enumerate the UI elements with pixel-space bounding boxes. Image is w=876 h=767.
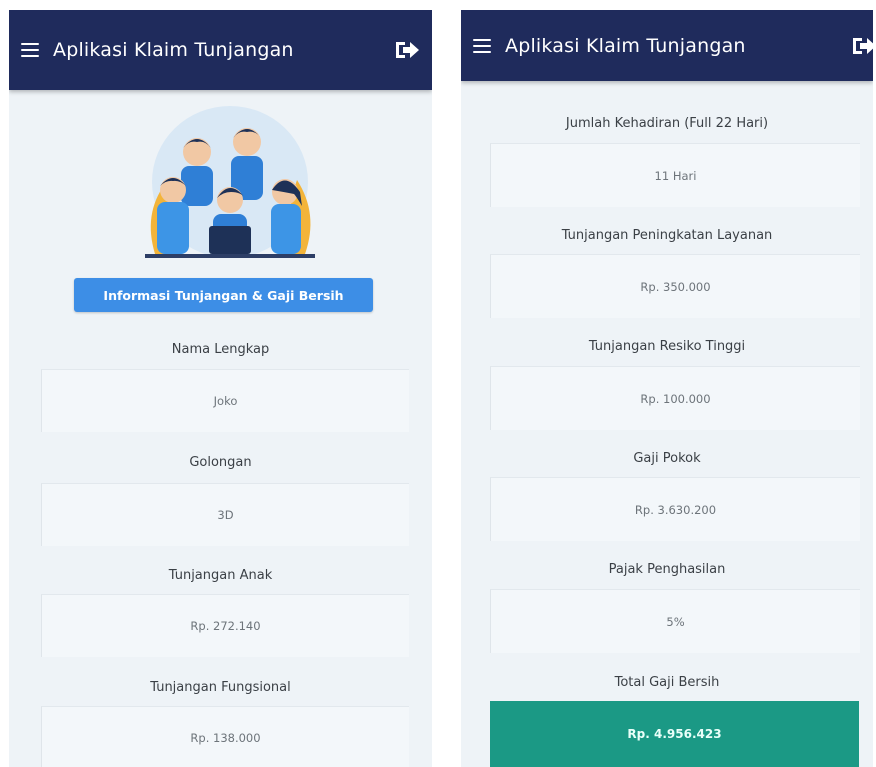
field-value-tunjangan-fungsional: Rp. 138.000: [41, 706, 409, 767]
hamburger-menu-icon[interactable]: [21, 43, 39, 57]
field-value-gaji-pokok: Rp. 3.630.200: [490, 477, 860, 541]
left-screen: Aplikasi Klaim Tunjangan Informasi Tunja…: [9, 10, 432, 767]
field-value-golongan: 3D: [41, 483, 409, 546]
field-label-peningkatan-layanan: Tunjangan Peningkatan Layanan: [561, 228, 773, 243]
total-gaji-value: Rp. 4.956.423: [490, 701, 859, 767]
field-value-resiko-tinggi: Rp. 100.000: [490, 366, 860, 430]
field-label-tunjangan-fungsional: Tunjangan Fungsional: [150, 680, 291, 695]
field-label-pajak: Pajak Penghasilan: [608, 562, 726, 577]
main-content: Jumlah Kehadiran (Full 22 Hari) 11 Hari …: [461, 81, 873, 767]
field-value-peningkatan-layanan: Rp. 350.000: [490, 254, 860, 318]
right-screen: Aplikasi Klaim Tunjangan Jumlah Kehadira…: [461, 10, 873, 767]
field-value-pajak: 5%: [490, 589, 860, 653]
field-value-tunjangan-anak: Rp. 272.140: [41, 594, 409, 657]
main-content: Informasi Tunjangan & Gaji Bersih Nama L…: [9, 90, 432, 767]
field-label-golongan: Golongan: [189, 455, 252, 470]
field-label-resiko-tinggi: Tunjangan Resiko Tinggi: [588, 339, 746, 354]
field-label-kehadiran: Jumlah Kehadiran (Full 22 Hari): [565, 116, 769, 131]
app-title: Aplikasi Klaim Tunjangan: [53, 39, 294, 61]
logout-icon[interactable]: [851, 35, 873, 57]
info-tunjangan-button[interactable]: Informasi Tunjangan & Gaji Bersih: [74, 278, 373, 312]
field-value-kehadiran: 11 Hari: [490, 143, 860, 207]
total-gaji-label: Total Gaji Bersih: [614, 675, 720, 690]
hamburger-menu-icon[interactable]: [473, 38, 491, 53]
field-label-tunjangan-anak: Tunjangan Anak: [168, 568, 273, 583]
team-illustration: [145, 106, 315, 258]
app-bar: Aplikasi Klaim Tunjangan: [9, 10, 432, 90]
app-title: Aplikasi Klaim Tunjangan: [505, 34, 746, 57]
field-label-gaji-pokok: Gaji Pokok: [633, 451, 701, 466]
field-value-nama: Joko: [41, 369, 409, 432]
field-label-nama: Nama Lengkap: [171, 342, 270, 357]
logout-icon[interactable]: [394, 39, 420, 61]
app-bar: Aplikasi Klaim Tunjangan: [461, 10, 873, 81]
